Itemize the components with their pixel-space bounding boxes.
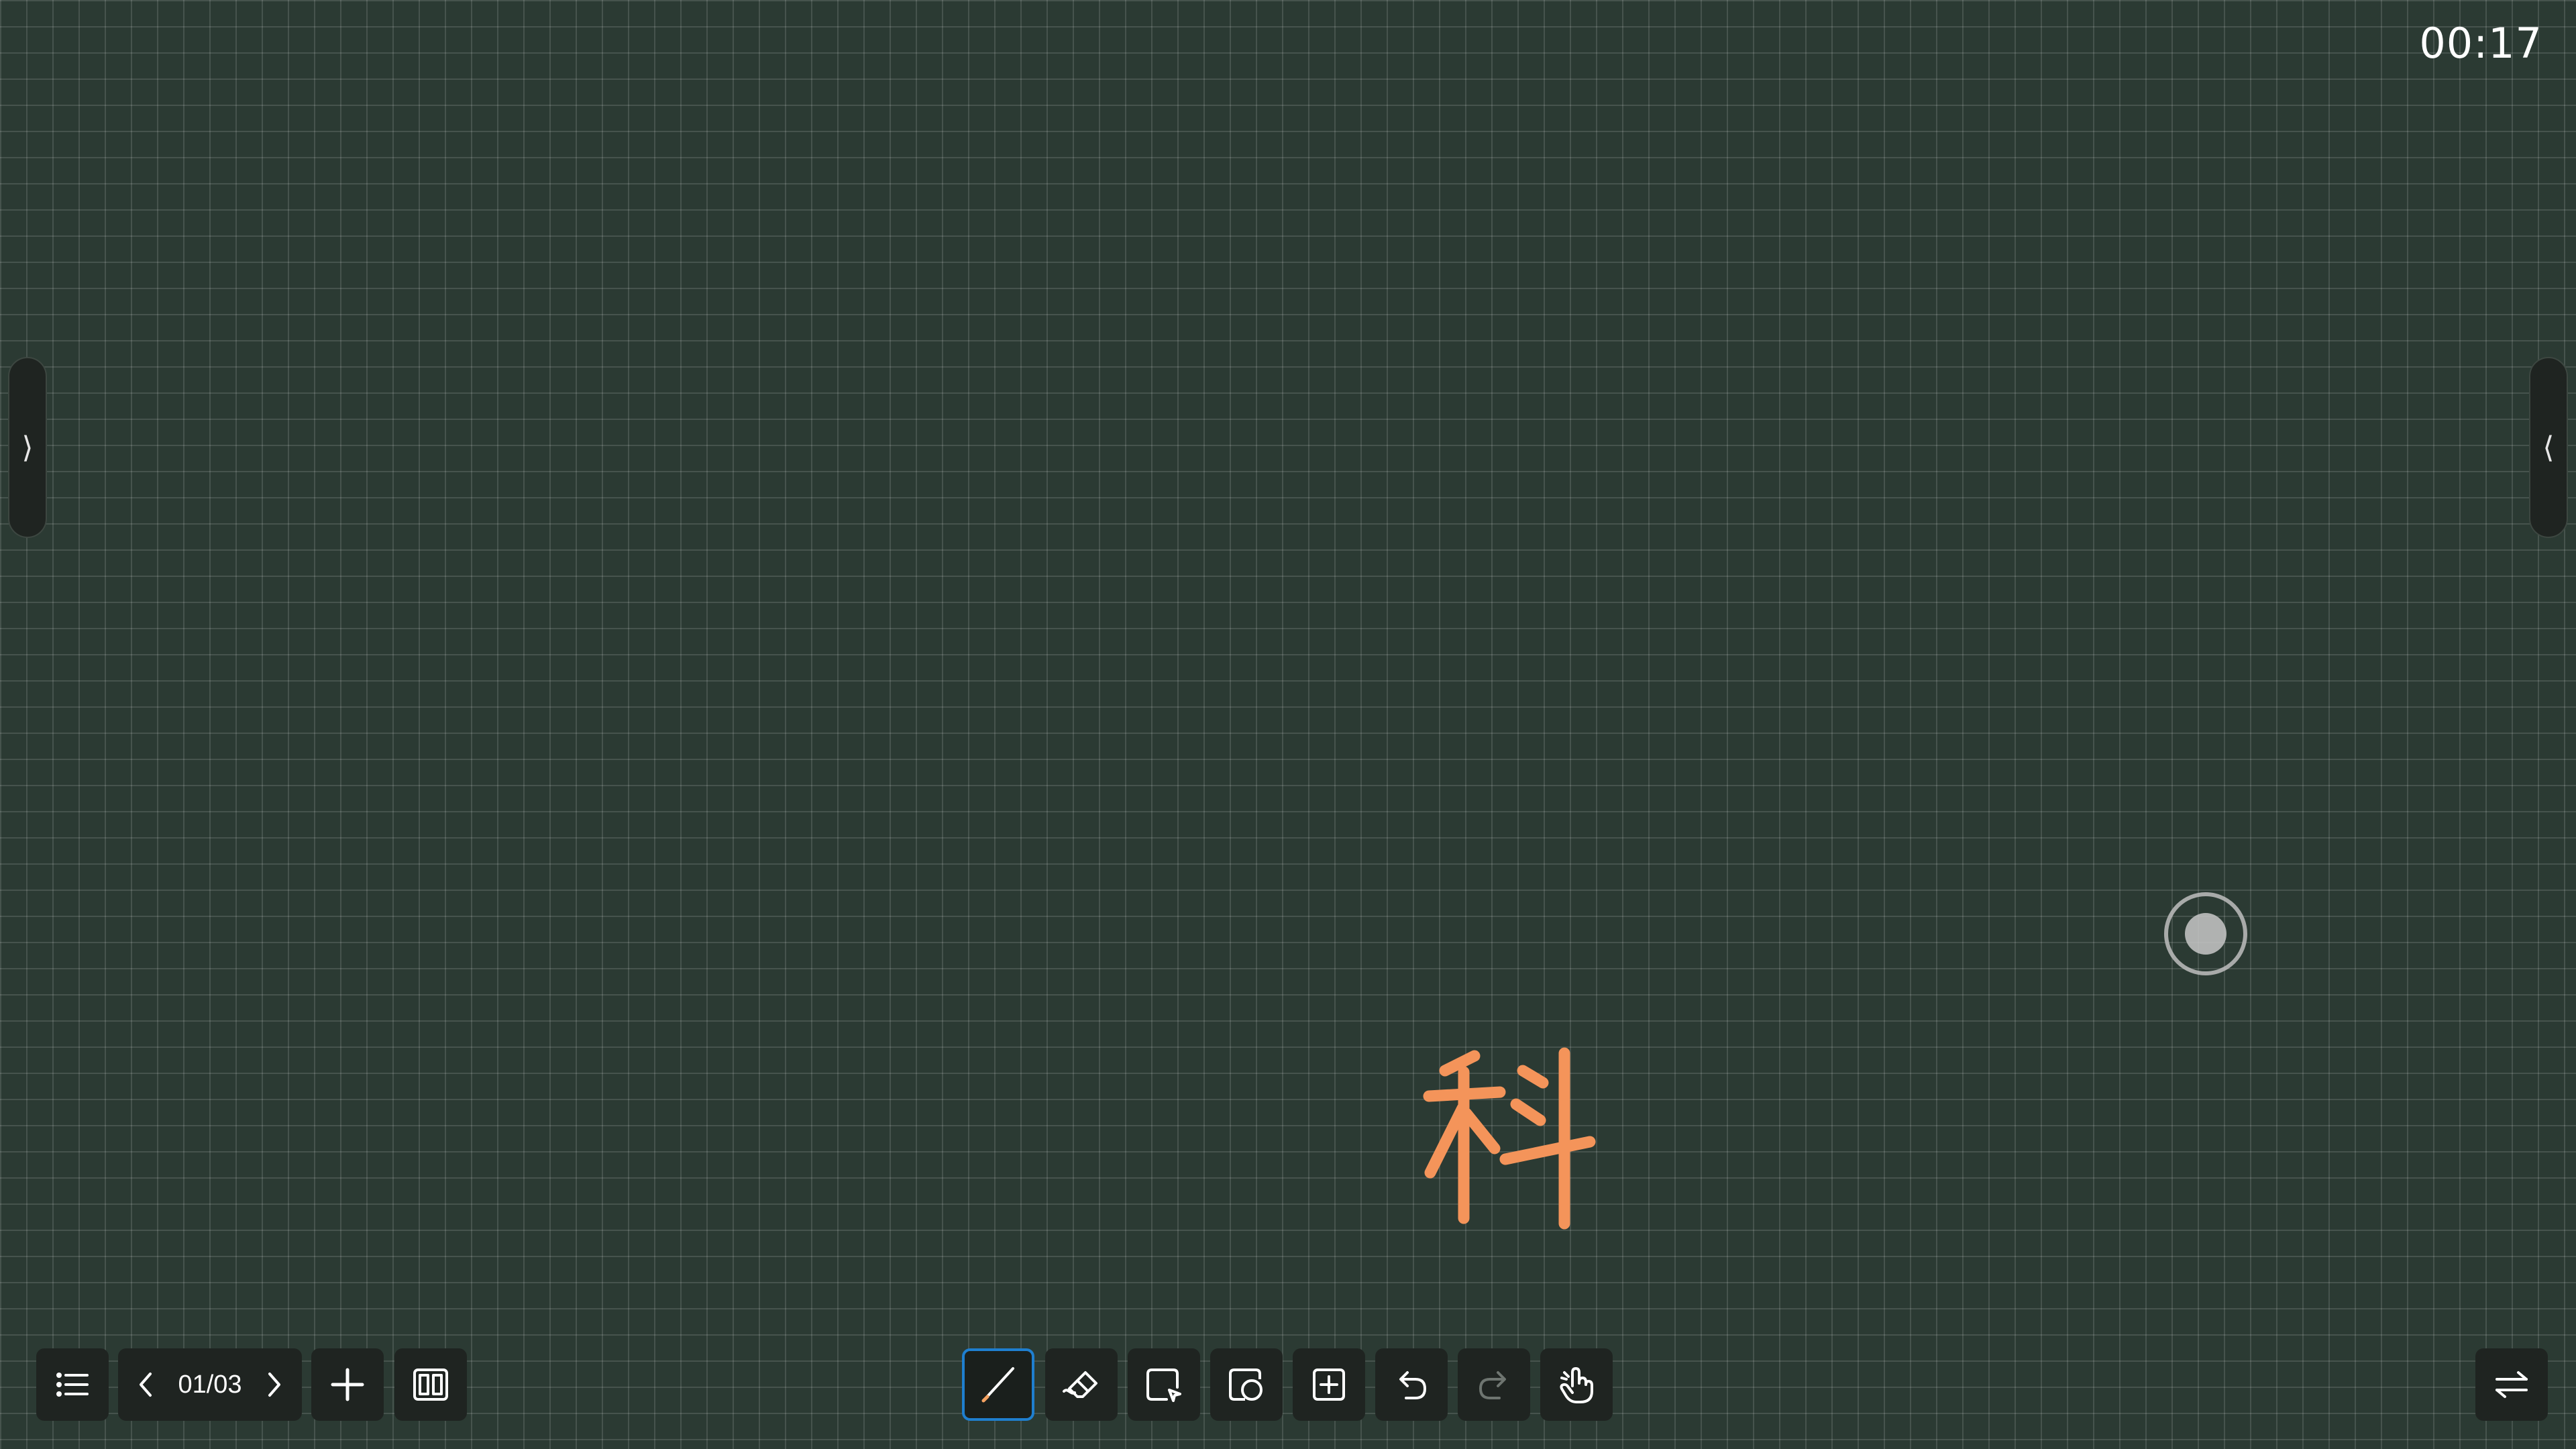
shape-tool-button[interactable] — [1210, 1348, 1283, 1421]
previous-page-button[interactable] — [126, 1358, 166, 1411]
select-icon — [1146, 1368, 1181, 1402]
switch-icon — [2496, 1371, 2528, 1398]
insert-icon — [1313, 1368, 1345, 1401]
next-page-icon — [268, 1373, 280, 1397]
next-page-button[interactable] — [254, 1358, 294, 1411]
menu-button[interactable] — [36, 1348, 109, 1421]
switch-button[interactable] — [2475, 1348, 2548, 1421]
shape-icon — [1229, 1368, 1263, 1401]
clock: 00:17 — [2419, 19, 2542, 68]
right-panel-toggle[interactable]: ⟨ — [2529, 357, 2568, 538]
insert-button[interactable] — [1293, 1348, 1365, 1421]
add-page-icon — [331, 1368, 364, 1401]
page-indicator: 01/03 — [178, 1370, 242, 1399]
floating-assistant-ball[interactable] — [2164, 892, 2247, 975]
page-navigator: 01/03 — [118, 1348, 302, 1421]
ink-strokes — [1423, 1047, 1596, 1230]
chevron-left-icon: ⟨ — [2542, 430, 2555, 465]
floating-ball-dot — [2185, 913, 2226, 955]
previous-page-icon — [140, 1373, 152, 1397]
chevron-right-icon: ⟩ — [21, 430, 34, 465]
menu-icon — [56, 1373, 89, 1397]
redo-icon — [1479, 1371, 1506, 1399]
gesture-button[interactable] — [1540, 1348, 1613, 1421]
add-page-button[interactable] — [311, 1348, 384, 1421]
page-thumbnails-icon — [413, 1368, 448, 1401]
redo-button[interactable] — [1458, 1348, 1530, 1421]
pen-icon — [981, 1367, 1014, 1403]
undo-button[interactable] — [1375, 1348, 1448, 1421]
page-thumbnails-button[interactable] — [394, 1348, 467, 1421]
eraser-icon — [1063, 1371, 1097, 1398]
pen-tool-button[interactable] — [962, 1348, 1034, 1421]
undo-icon — [1399, 1371, 1426, 1399]
left-panel-toggle[interactable]: ⟩ — [8, 357, 47, 538]
select-tool-button[interactable] — [1128, 1348, 1200, 1421]
whiteboard-canvas[interactable] — [0, 0, 2576, 1449]
eraser-tool-button[interactable] — [1045, 1348, 1118, 1421]
handwritten-character[interactable] — [1422, 1046, 1597, 1234]
gesture-icon — [1560, 1367, 1593, 1403]
